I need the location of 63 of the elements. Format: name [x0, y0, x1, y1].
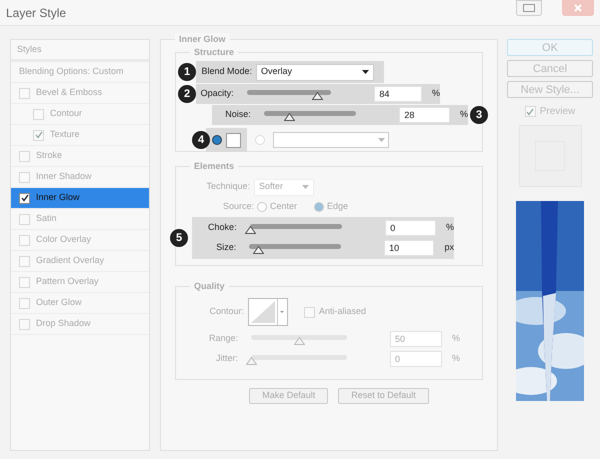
close-icon	[574, 4, 582, 12]
slider-label: Size:	[215, 241, 238, 254]
default-button[interactable]: Make Default	[249, 388, 328, 404]
style-item[interactable]: Pattern Overlay	[11, 272, 149, 293]
style-item[interactable]: Texture	[11, 125, 149, 146]
close-button[interactable]	[562, 0, 594, 16]
style-item[interactable]: Outer Glow	[11, 293, 149, 314]
style-item[interactable]: Blending Options: Custom	[11, 62, 149, 83]
slider-label: Jitter:	[214, 352, 239, 366]
style-item[interactable]: Inner Glow	[11, 188, 149, 209]
window-title: Layer Style	[6, 4, 66, 22]
unit-label: %	[452, 352, 460, 366]
radio-label: Edge	[327, 200, 348, 214]
restore-button[interactable]	[516, 0, 542, 16]
group-title: Quality	[190, 280, 229, 294]
slider-label: Choke:	[207, 221, 238, 234]
style-item[interactable]: Stroke	[11, 146, 149, 167]
callout-badge: 4	[192, 131, 210, 149]
slider-label: Noise:	[224, 108, 252, 122]
checkbox[interactable]	[19, 192, 30, 204]
preview-label: Preview	[540, 105, 576, 119]
dropdown-arrow-icon	[378, 138, 385, 142]
blend-mode-label: Blend Mode:	[200, 65, 253, 78]
value-field[interactable]: 28	[399, 107, 450, 123]
callout-badge: 3	[470, 106, 488, 124]
dropdown-arrow-icon	[302, 185, 309, 189]
style-item[interactable]: Contour	[11, 104, 149, 125]
style-item[interactable]: Bevel & Emboss	[11, 83, 149, 104]
style-item[interactable]: Gradient Overlay	[11, 251, 149, 272]
dropdown-arrow-icon	[362, 70, 369, 74]
contour-curve-icon	[249, 299, 277, 325]
slider-thumb[interactable]	[284, 113, 296, 121]
color-swatch[interactable]	[226, 132, 241, 148]
dialog-button[interactable]: Cancel	[507, 60, 593, 77]
slider-label: Range:	[208, 332, 239, 346]
contour-label: Contour:	[208, 305, 245, 318]
unit-label: %	[460, 108, 468, 122]
source-label: Source:	[222, 200, 254, 214]
callout-badge: 1	[178, 63, 196, 81]
unit-label: %	[452, 332, 460, 346]
dropdown-arrow-icon	[277, 299, 285, 325]
style-item[interactable]: Satin	[11, 209, 149, 230]
anti-aliased-label: Anti-aliased	[319, 305, 366, 318]
unit-label: %	[432, 87, 440, 100]
style-item[interactable]: Drop Shadow	[11, 314, 149, 335]
radio-button[interactable]	[212, 135, 222, 145]
value-field[interactable]: 84	[374, 86, 422, 102]
radio-label: Center	[270, 200, 298, 214]
style-item[interactable]: Color Overlay	[11, 230, 149, 251]
callout-badge: 2	[178, 85, 196, 103]
slider-label: Opacity:	[200, 87, 235, 100]
dialog-button[interactable]: New Style...	[507, 81, 593, 98]
unit-label: px	[444, 241, 454, 254]
gradient-dropdown[interactable]	[273, 132, 389, 148]
blend-mode-dropdown[interactable]: Overlay	[256, 64, 374, 80]
window-icon	[523, 4, 535, 12]
default-button[interactable]: Reset to Default	[338, 388, 429, 404]
slider-thumb[interactable]	[312, 92, 323, 100]
callout-badge: 5	[170, 229, 188, 247]
unit-label: %	[446, 221, 454, 234]
styles-header: Styles	[11, 40, 149, 62]
dialog-button[interactable]: OK	[507, 39, 593, 56]
technique-label: Technique:	[205, 180, 251, 194]
